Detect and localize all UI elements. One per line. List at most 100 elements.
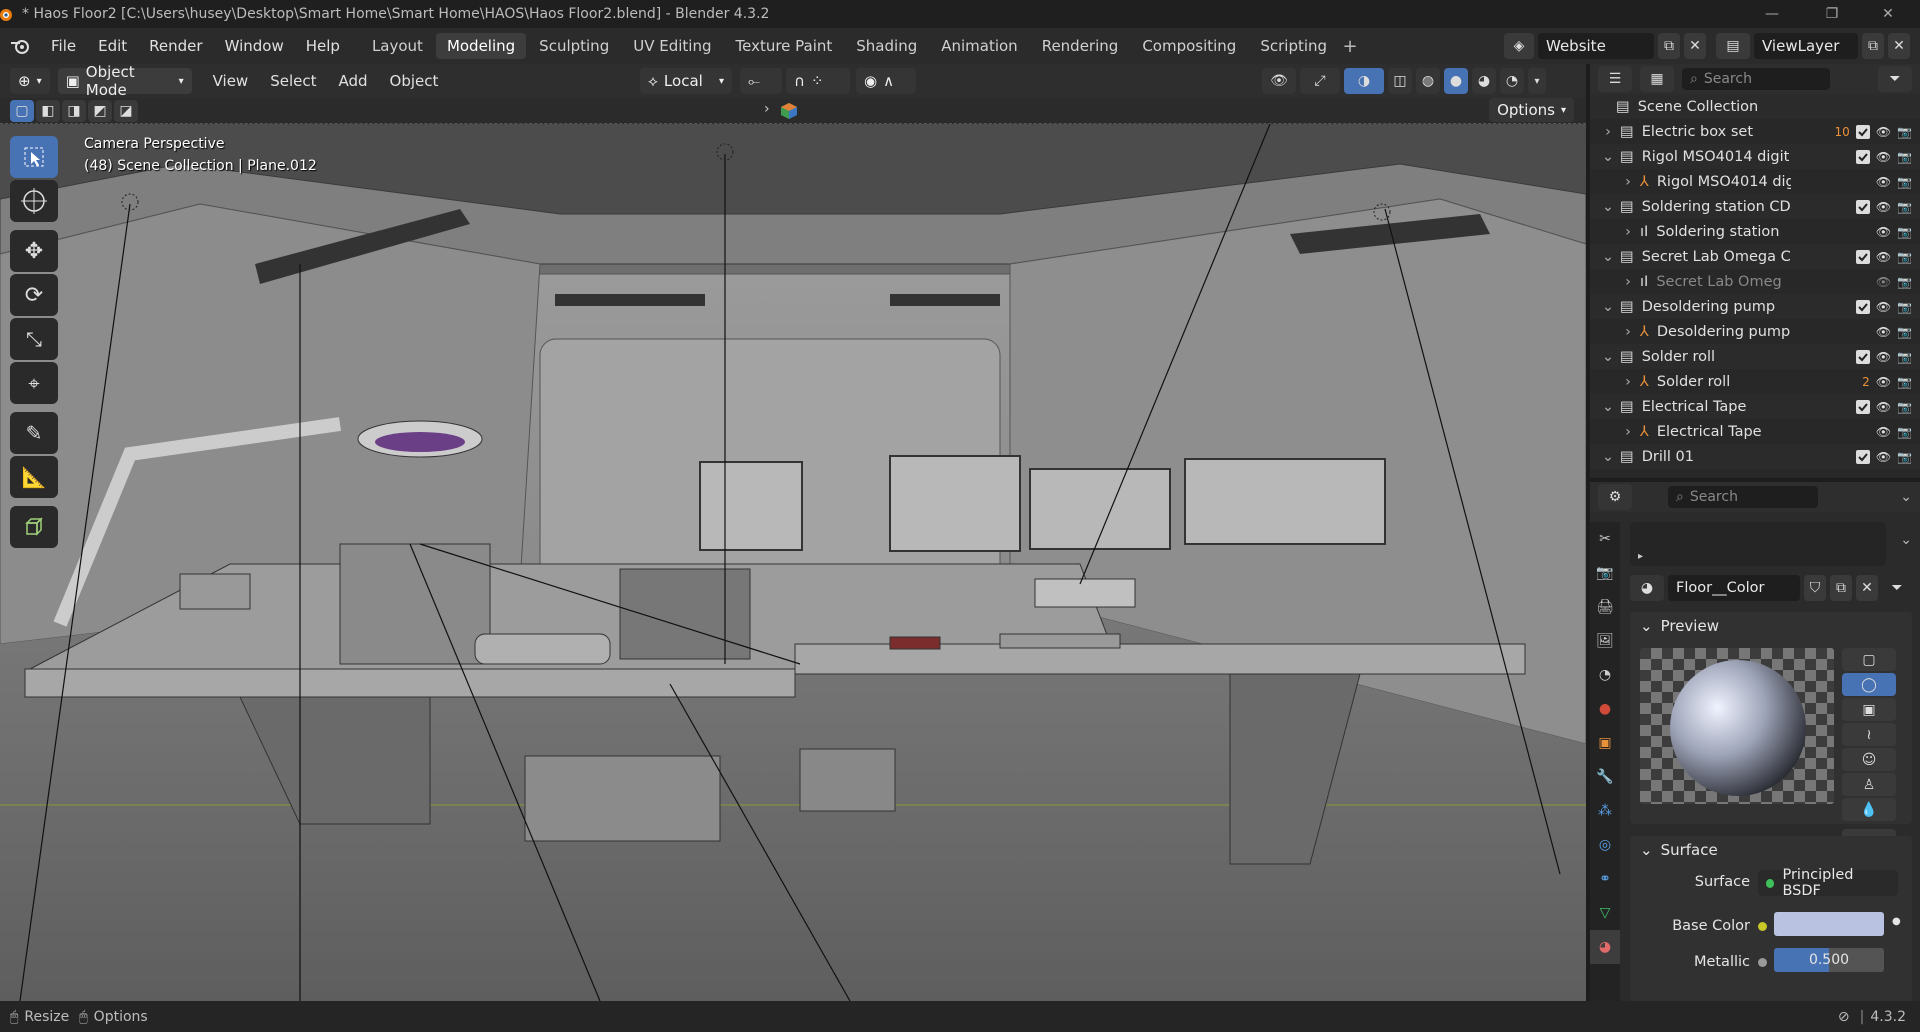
chevron-down-icon[interactable]: ⌄ bbox=[1900, 489, 1912, 505]
output-tab-icon[interactable]: 🖨 bbox=[1590, 590, 1620, 624]
outliner-row[interactable]: ⌄▤ Rigol MSO4014 digital 4 👁 📷 bbox=[1590, 144, 1920, 169]
view-layer-field[interactable]: ViewLayer bbox=[1754, 33, 1858, 59]
outliner-row[interactable]: › ⅄ Electrical Tape 👁 📷 bbox=[1590, 419, 1920, 444]
outliner-editor-type-icon[interactable]: ☰ bbox=[1598, 66, 1632, 92]
camera-icon[interactable]: 📷 bbox=[1897, 275, 1912, 289]
fake-user-icon[interactable]: ⛉ bbox=[1804, 575, 1826, 601]
exclude-checkbox[interactable] bbox=[1855, 149, 1870, 164]
tab-shading[interactable]: Shading bbox=[845, 33, 928, 59]
outliner-row[interactable]: ⌄ ▤ Electrical Tape 👁 📷 bbox=[1590, 394, 1920, 419]
world-tab-icon[interactable]: ● bbox=[1590, 692, 1620, 726]
chevron-right-icon[interactable]: › bbox=[1620, 224, 1636, 240]
eye-icon[interactable]: 👁 bbox=[1876, 350, 1891, 364]
preview-cloth-icon[interactable]: ♙ bbox=[1842, 773, 1896, 796]
tab-modeling[interactable]: Modeling bbox=[435, 33, 527, 59]
eye-icon[interactable]: 👁 bbox=[1876, 200, 1891, 214]
base-color-swatch[interactable] bbox=[1774, 912, 1884, 936]
menu-file[interactable]: File bbox=[40, 37, 87, 55]
blender-menu-icon[interactable] bbox=[0, 37, 40, 55]
outliner-row[interactable]: ›⅄ Rigol MSO4014 digita 👁 📷 bbox=[1590, 169, 1920, 194]
gizmo-dropdown[interactable]: ⤢ bbox=[1300, 68, 1340, 94]
duplicate-material-icon[interactable]: ⧉ bbox=[1830, 575, 1852, 601]
outliner-row[interactable]: ⌄ ▤ Desoldering pump 👁 📷 bbox=[1590, 294, 1920, 319]
camera-icon[interactable]: 📷 bbox=[1897, 175, 1912, 189]
select-subtract-icon[interactable]: ◨ bbox=[62, 100, 86, 122]
chevron-right-icon[interactable]: › bbox=[1600, 124, 1616, 140]
restore-icon[interactable]: ❐ bbox=[1808, 0, 1856, 28]
view-layer-tab-icon[interactable]: 🖼 bbox=[1590, 624, 1620, 658]
tab-scripting[interactable]: Scripting bbox=[1249, 33, 1338, 59]
shading-options-chevron[interactable]: ▾ bbox=[1528, 68, 1546, 94]
minimize-icon[interactable]: — bbox=[1748, 0, 1796, 28]
chevron-right-icon[interactable]: › bbox=[1620, 424, 1636, 440]
menu-help[interactable]: Help bbox=[295, 37, 351, 55]
tab-uv-editing[interactable]: UV Editing bbox=[622, 33, 722, 59]
wireframe-shading-button[interactable]: ◍ bbox=[1416, 68, 1440, 94]
chevron-down-icon[interactable]: ⌄ bbox=[1600, 449, 1616, 465]
preview-cube-icon[interactable]: ▣ bbox=[1842, 698, 1896, 721]
properties-search-input[interactable]: ⌕ Search bbox=[1668, 486, 1818, 508]
proportional-edit-dropdown[interactable]: ◉ ∧ bbox=[856, 68, 916, 94]
viewport-menu-object[interactable]: Object bbox=[379, 72, 450, 90]
camera-icon[interactable]: 📷 bbox=[1897, 150, 1912, 164]
scene-tab-icon[interactable]: ◔ bbox=[1590, 658, 1620, 692]
3d-viewport[interactable] bbox=[0, 124, 1586, 1001]
material-filter-icon[interactable]: ⏷ bbox=[1882, 575, 1912, 601]
eye-icon[interactable]: 👁 bbox=[1876, 300, 1891, 314]
visibility-dropdown[interactable]: 👁 bbox=[1262, 68, 1296, 94]
delete-view-layer-icon[interactable]: ✕ bbox=[1888, 33, 1910, 59]
view-layer-browse-icon[interactable]: ▤ bbox=[1716, 33, 1750, 59]
eye-icon[interactable]: 👁 bbox=[1876, 125, 1891, 139]
constraints-tab-icon[interactable]: ⚭ bbox=[1590, 862, 1620, 896]
transform-tool[interactable]: ⌖ bbox=[10, 362, 58, 404]
object-mode-dropdown[interactable]: ▣ Object Mode ▾ bbox=[57, 63, 192, 99]
chevron-down-icon[interactable]: ⌄ bbox=[1600, 299, 1616, 315]
render-tab-icon[interactable]: 📷 bbox=[1590, 556, 1620, 590]
camera-icon[interactable]: 📷 bbox=[1897, 450, 1912, 464]
solid-shading-button[interactable]: ● bbox=[1444, 68, 1468, 94]
new-scene-icon[interactable]: ⧉ bbox=[1658, 33, 1680, 59]
preview-monkey-icon[interactable]: ☺ bbox=[1842, 748, 1896, 771]
select-invert-icon[interactable]: ◩ bbox=[88, 100, 112, 122]
exclude-checkbox[interactable] bbox=[1855, 449, 1870, 464]
outliner-root-row[interactable]: ▤ Scene Collection bbox=[1590, 94, 1920, 119]
camera-icon[interactable]: 📷 bbox=[1897, 125, 1912, 139]
eye-icon[interactable]: 👁 bbox=[1876, 250, 1891, 264]
particles-tab-icon[interactable]: ⁂ bbox=[1590, 794, 1620, 828]
chevron-down-icon[interactable]: ⌄ bbox=[1600, 399, 1616, 415]
options-dropdown[interactable]: Options ▾ bbox=[1489, 98, 1574, 122]
close-icon[interactable]: ✕ bbox=[1864, 0, 1912, 28]
expand-arrow-icon[interactable]: › bbox=[764, 101, 770, 117]
select-new-icon[interactable]: ▢ bbox=[10, 100, 34, 122]
viewport-menu-add[interactable]: Add bbox=[328, 72, 379, 90]
camera-icon[interactable]: 📷 bbox=[1897, 200, 1912, 214]
exclude-checkbox[interactable] bbox=[1855, 299, 1870, 314]
eye-icon[interactable]: 👁 bbox=[1876, 175, 1891, 189]
outliner-row[interactable]: › ▤ Electric box set 10 👁 📷 bbox=[1590, 119, 1920, 144]
xray-toggle[interactable]: ◫ bbox=[1388, 68, 1412, 94]
tab-sculpting[interactable]: Sculpting bbox=[528, 33, 620, 59]
outliner-row[interactable]: › ıI Secret Lab Omeg 👁 📷 bbox=[1590, 269, 1920, 294]
add-workspace-icon[interactable]: + bbox=[1338, 36, 1362, 57]
camera-icon[interactable]: 📷 bbox=[1897, 300, 1912, 314]
select-intersect-icon[interactable]: ◪ bbox=[114, 100, 138, 122]
chevron-down-icon[interactable]: ⌄ bbox=[1600, 349, 1616, 365]
pivot-point-dropdown[interactable]: ⟜ bbox=[740, 68, 782, 94]
camera-icon[interactable]: 📷 bbox=[1897, 325, 1912, 339]
chevron-down-icon[interactable]: ⌄ bbox=[1600, 149, 1616, 165]
outliner-row[interactable]: ⌄▤ Secret Lab Omega Chair 👁 📷 bbox=[1590, 244, 1920, 269]
eye-icon[interactable]: 👁 bbox=[1876, 150, 1891, 164]
properties-editor-type-icon[interactable]: ⚙ bbox=[1598, 484, 1632, 510]
select-box-tool[interactable] bbox=[10, 136, 58, 178]
camera-icon[interactable]: 📷 bbox=[1897, 350, 1912, 364]
camera-icon[interactable]: 📷 bbox=[1897, 400, 1912, 414]
chevron-down-icon[interactable]: ⌄ bbox=[1600, 249, 1616, 265]
outliner-row[interactable]: › ⅄ Solder roll 2 👁 📷 bbox=[1590, 369, 1920, 394]
slot-menu-icon[interactable]: ⌄ bbox=[1900, 532, 1912, 548]
camera-icon[interactable]: 📷 bbox=[1897, 425, 1912, 439]
exclude-checkbox[interactable] bbox=[1855, 124, 1870, 139]
outliner-row[interactable]: ⌄ ▤ Drill 01 👁 📷 bbox=[1590, 444, 1920, 469]
cursor-tool[interactable] bbox=[10, 180, 58, 222]
eye-icon[interactable]: 👁 bbox=[1876, 325, 1891, 339]
exclude-checkbox[interactable] bbox=[1855, 399, 1870, 414]
